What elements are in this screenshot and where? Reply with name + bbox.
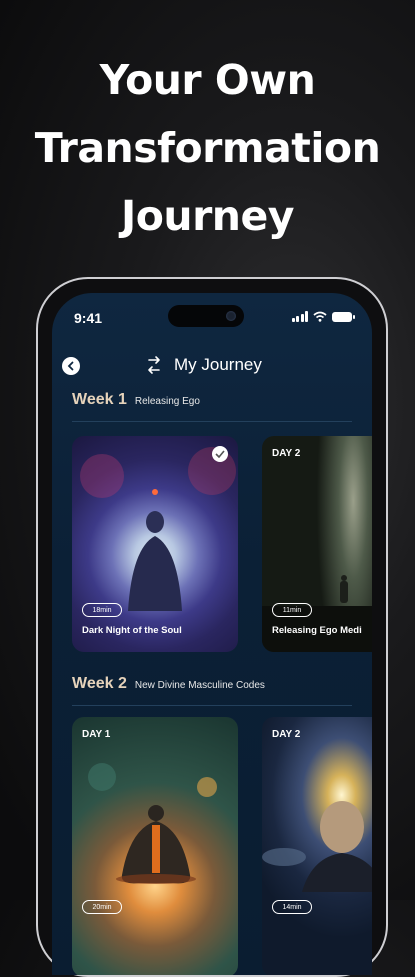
day-label: DAY 2: [272, 448, 301, 459]
week-label: Week 2: [72, 675, 127, 692]
week-header: Week 2 New Divine Masculine Codes: [72, 675, 265, 693]
top-nav: My Journey: [52, 351, 372, 381]
card-artwork: [80, 447, 236, 611]
wifi-icon: [313, 311, 327, 322]
status-time: 9:41: [74, 310, 103, 326]
week-divider: [72, 421, 352, 422]
back-button[interactable]: [62, 357, 80, 375]
session-title: Dark Night of the Soul: [82, 625, 182, 636]
headline: Your Own Transformation Journey: [0, 46, 415, 250]
phone-screen: 9:41 My Journey Week 1 Releasing Ego 18m…: [52, 293, 372, 975]
week-header: Week 1 Releasing Ego: [72, 391, 200, 409]
card-artwork: [88, 763, 217, 884]
battery-icon: [332, 311, 355, 322]
session-card[interactable]: DAY 2 14min: [262, 717, 372, 975]
nav-title: My Journey: [144, 355, 262, 375]
chevron-left-icon: [67, 361, 74, 371]
headline-line-2: Transformation: [34, 124, 381, 172]
session-card[interactable]: DAY 1 20min: [72, 717, 238, 975]
duration-badge: 14min: [272, 900, 312, 914]
page-title: My Journey: [174, 355, 262, 374]
status-icons: [291, 311, 355, 322]
day-label: DAY 2: [272, 729, 301, 740]
completed-badge: [212, 446, 228, 462]
phone-frame: 9:41 My Journey Week 1 Releasing Ego 18m…: [36, 277, 388, 977]
route-icon: [148, 356, 160, 374]
week-divider: [72, 705, 352, 706]
duration-badge: 18min: [82, 603, 122, 617]
day-label: DAY 1: [82, 729, 111, 740]
session-card[interactable]: DAY 2 11min Releasing Ego Medi: [262, 436, 372, 652]
week-label: Week 1: [72, 391, 127, 408]
session-title: Releasing Ego Medi: [272, 625, 362, 636]
week-subtitle: Releasing Ego: [134, 396, 200, 407]
session-card[interactable]: 18min Dark Night of the Soul: [72, 436, 238, 652]
duration-badge: 20min: [82, 900, 122, 914]
card-artwork: [262, 801, 372, 892]
headline-line-3: Journey: [120, 192, 295, 240]
headline-line-1: Your Own: [99, 56, 316, 104]
camera-icon: [226, 311, 236, 321]
card-artwork: [262, 575, 372, 652]
duration-badge: 11min: [272, 603, 312, 617]
dynamic-island: [168, 305, 244, 327]
week-subtitle: New Divine Masculine Codes: [134, 680, 265, 691]
check-icon: [215, 450, 225, 458]
signal-icon: [291, 311, 308, 322]
